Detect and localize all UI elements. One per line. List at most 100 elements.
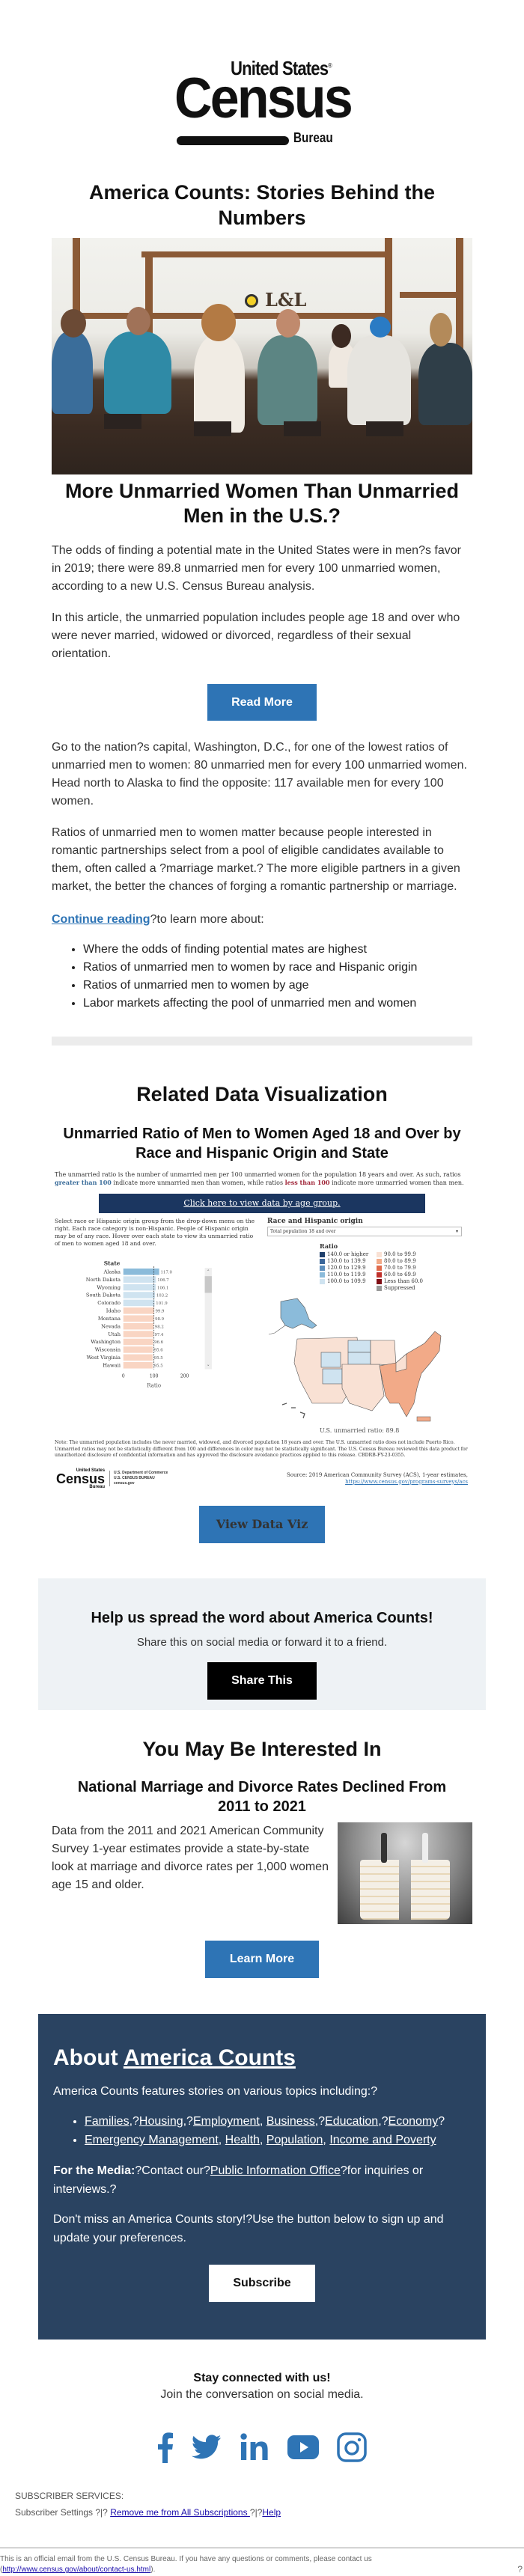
story-paragraph: In this article, the unmarried populatio… — [52, 611, 460, 660]
data-viz-image[interactable]: The unmarried ratio is the number of unm… — [50, 1171, 474, 1489]
map-state-south-dakota[interactable] — [347, 1352, 371, 1365]
america-counts-link[interactable]: America Counts — [124, 2045, 296, 2070]
topic-link-business[interactable]: Business — [266, 2115, 315, 2128]
topic-link-education[interactable]: Education — [325, 2115, 378, 2128]
topic-separator: ,? — [129, 2115, 139, 2128]
bar-category-label: Nevada — [101, 1323, 121, 1329]
linkedin-icon[interactable] — [240, 2432, 269, 2462]
hero-person — [347, 335, 411, 425]
legend-label: 80.0 to 89.9 — [384, 1258, 416, 1264]
bar-category-label: North Dakota — [86, 1277, 121, 1283]
subscriber-settings[interactable]: Subscriber Settings ?|? — [15, 2507, 110, 2518]
legend-title: Ratio — [320, 1242, 338, 1250]
about-topic-list: Families,?Housing,?Employment, Business,… — [85, 2113, 471, 2150]
legend-swatch — [377, 1278, 382, 1284]
topic-link-families[interactable]: Families — [85, 2115, 130, 2128]
bar-value-label: 106.1 — [157, 1286, 168, 1290]
topic-link-emergency-management[interactable]: Emergency Management — [85, 2134, 219, 2146]
topic-link-housing[interactable]: Housing — [139, 2115, 183, 2128]
related-article-image[interactable] — [338, 1822, 472, 1924]
topic-link-income-and-poverty[interactable]: Income and Poverty — [329, 2134, 436, 2146]
topic-link-health[interactable]: Health — [225, 2134, 260, 2146]
bar-category-label: Wisconsin — [95, 1347, 121, 1353]
about-title-text: About — [53, 2045, 124, 2070]
map-region-upper-midwest[interactable] — [370, 1340, 397, 1367]
legend-swatch — [377, 1285, 382, 1291]
help-link[interactable]: Help — [262, 2507, 281, 2518]
legend-swatch — [377, 1258, 382, 1264]
subscribe-button[interactable]: Subscribe — [209, 2265, 315, 2303]
hero-stool — [104, 414, 141, 429]
unsubscribe-all-link[interactable]: Remove me from All Subscriptions — [110, 2507, 250, 2518]
legend-swatch — [320, 1251, 325, 1257]
legend-label: 120.0 to 129.9 — [327, 1265, 366, 1271]
us-map-svg — [268, 1298, 442, 1422]
map-state-north-dakota[interactable] — [347, 1340, 371, 1353]
bar-value-label: 95.5 — [154, 1364, 163, 1368]
viz-intro-text: indicate more unmarried women than men. — [329, 1179, 464, 1186]
topic-link-economy[interactable]: Economy — [389, 2115, 439, 2128]
story-paragraph: Go to the nation?s capital, Washington, … — [52, 741, 467, 808]
read-more-button[interactable]: Read More — [207, 684, 317, 721]
bar-category-label: Idaho — [106, 1308, 121, 1314]
stay-connected-title: Stay connected with us! — [193, 2372, 331, 2385]
legend-label: 60.0 to 69.9 — [384, 1272, 416, 1278]
hero-stool — [194, 421, 231, 436]
dont-miss-text: Don't miss an America Counts story!?Use … — [53, 2213, 444, 2245]
map-state-hawaii[interactable] — [281, 1403, 305, 1419]
dropdown-caret-icon: ▾ — [455, 1229, 458, 1234]
public-information-office-link[interactable]: Public Information Office — [210, 2164, 341, 2177]
viz-intro-text: indicate more unmarried men than women, … — [111, 1179, 285, 1186]
learn-more-button[interactable]: Learn More — [205, 1940, 319, 1978]
list-item: Emergency Management, Health, Population… — [85, 2131, 471, 2150]
media-text: ?Contact our? — [135, 2164, 210, 2177]
map-puerto-rico[interactable] — [416, 1416, 431, 1422]
bar-value-label: 103.2 — [156, 1294, 168, 1298]
continue-reading-link[interactable]: Continue reading — [52, 913, 150, 926]
continue-reading-text: ?to learn more about: — [150, 913, 264, 926]
about-title: About America Counts — [53, 2045, 471, 2071]
map-state-michigan[interactable] — [395, 1353, 407, 1373]
scroll-up-icon: ˄ — [207, 1269, 210, 1275]
map-state-wyoming[interactable] — [320, 1352, 341, 1368]
race-origin-select[interactable]: Total population 18 and over ▾ — [267, 1227, 462, 1236]
map-region-central[interactable] — [341, 1364, 385, 1411]
facebook-icon[interactable] — [157, 2432, 174, 2464]
us-choropleth-map[interactable] — [267, 1291, 474, 1426]
contact-us-link[interactable]: http://www.census.gov/about/contact-us.h… — [2, 2566, 150, 2574]
hero-person-cap — [370, 317, 391, 338]
bar — [123, 1331, 153, 1337]
view-by-age-link[interactable]: Click here to view data by age group. — [99, 1194, 425, 1213]
map-state-colorado[interactable] — [322, 1368, 343, 1385]
topic-link-population[interactable]: Population — [266, 2134, 323, 2146]
legend-swatch — [320, 1278, 325, 1284]
hero-shelf — [400, 292, 463, 298]
section-divider — [52, 1037, 472, 1046]
instagram-icon[interactable] — [337, 2432, 367, 2462]
bar-category-label: Alaska — [103, 1269, 121, 1275]
viz-title: Unmarried Ratio of Men to Women Aged 18 … — [63, 1126, 461, 1162]
viz-source-text: Source: 2019 American Community Survey (… — [287, 1471, 468, 1478]
bar-category-label: Montana — [98, 1316, 121, 1322]
greater-than-100: greater than 100 — [55, 1179, 112, 1186]
viz-source-link[interactable]: https://www.census.gov/programs-surveys/… — [345, 1479, 468, 1485]
census-logo[interactable]: United States® Census Bureau — [172, 45, 353, 157]
topic-separator: , — [259, 2115, 266, 2128]
bar-value-label: 101.9 — [156, 1301, 168, 1306]
share-this-button[interactable]: Share This — [207, 1661, 317, 1700]
view-data-viz-button[interactable]: View Data Viz — [199, 1505, 325, 1543]
youtube-icon[interactable] — [287, 2435, 319, 2460]
viz-dept-line: U.S. Department of Commerce — [114, 1471, 168, 1475]
bar-category-label: Colorado — [97, 1300, 121, 1306]
hero-image[interactable]: L&L — [52, 238, 472, 474]
map-state-alaska[interactable] — [280, 1298, 317, 1329]
legend-item: 110.0 to 119.9 — [320, 1272, 377, 1278]
bar-value-label: 95.6 — [154, 1349, 164, 1353]
twitter-icon[interactable] — [192, 2434, 222, 2461]
bar-value-label: 99.9 — [155, 1310, 165, 1314]
legend-item: 70.0 to 79.9 — [377, 1265, 436, 1271]
legend-item: 60.0 to 69.9 — [377, 1272, 436, 1278]
topic-separator: , — [259, 2134, 266, 2147]
viz-select-help: Select race or Hispanic origin group fro… — [55, 1218, 255, 1247]
topic-link-employment[interactable]: Employment — [193, 2115, 260, 2128]
